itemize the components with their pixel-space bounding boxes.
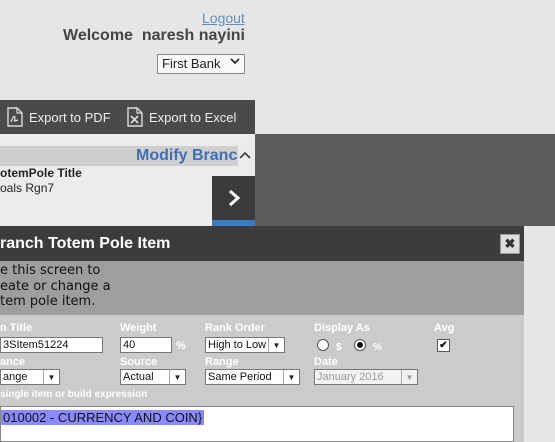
- source-label: Source: [120, 356, 158, 368]
- rank-order-select[interactable]: High to Low ▼: [205, 337, 285, 353]
- display-dollar-label: $: [336, 342, 342, 353]
- expression-input[interactable]: 010002 - CURRENCY AND COIN}: [0, 406, 514, 442]
- rank-order-value: High to Low: [208, 339, 267, 351]
- export-toolbar: Export to PDF Export to Excel: [0, 100, 255, 134]
- display-as-label: Display As: [314, 322, 370, 334]
- weight-label: Weight: [120, 322, 157, 334]
- source-select[interactable]: Actual ▼: [120, 369, 186, 385]
- bank-select-value: First Bank: [162, 56, 221, 71]
- chevron-down-icon: ▼: [268, 338, 284, 352]
- date-select: January 2016 ▼: [314, 369, 418, 385]
- expression-label: single item or build expression: [0, 389, 148, 400]
- chevron-down-icon: ▼: [401, 370, 417, 384]
- range-select[interactable]: Same Period ▼: [205, 369, 300, 385]
- totem-pole-item-dialog: ranch Totem Pole Item ✖ e this screen to…: [0, 226, 524, 442]
- balance-value: ange: [3, 371, 28, 383]
- export-excel-label: Export to Excel: [149, 109, 237, 125]
- expand-panel-button[interactable]: [212, 176, 255, 220]
- weight-input[interactable]: 40: [120, 337, 172, 353]
- balance-label: ance: [0, 356, 26, 368]
- item-title-label: n Title: [0, 322, 33, 334]
- dialog-title: ranch Totem Pole Item: [0, 235, 171, 252]
- chevron-down-icon: [230, 56, 240, 69]
- pdf-icon: [7, 107, 23, 127]
- chevron-down-icon: ▼: [169, 370, 185, 384]
- chevron-up-icon[interactable]: [239, 148, 251, 163]
- balance-select[interactable]: ange ▼: [0, 369, 60, 385]
- bank-select[interactable]: First Bank: [157, 54, 245, 74]
- modify-branch-title: Modify Branc: [136, 147, 238, 164]
- export-excel-button[interactable]: Export to Excel: [126, 100, 236, 134]
- totem-pole-title-label: otemPole Title: [0, 166, 82, 180]
- export-pdf-button[interactable]: Export to PDF: [6, 100, 111, 134]
- display-dollar-radio[interactable]: [317, 339, 329, 351]
- item-form: n Title Weight Rank Order Display As Avg…: [0, 315, 524, 442]
- range-label: Range: [205, 356, 239, 368]
- intro-text: e this screen to eate or change a tem po…: [0, 263, 111, 309]
- dialog-intro: e this screen to eate or change a tem po…: [0, 261, 524, 315]
- totem-pole-title-value: oals Rgn7: [0, 181, 55, 195]
- date-label: Date: [314, 356, 338, 368]
- close-icon[interactable]: ✖: [500, 234, 520, 254]
- chevron-right-icon: [228, 189, 240, 207]
- date-value: January 2016: [317, 371, 384, 383]
- welcome-message: Welcome naresh nayini: [63, 27, 245, 44]
- weight-unit: %: [176, 340, 186, 352]
- display-percent-label: %: [373, 342, 382, 353]
- excel-icon: [127, 107, 143, 127]
- chevron-down-icon: ▼: [43, 370, 59, 384]
- export-pdf-label: Export to PDF: [29, 109, 111, 125]
- avg-checkbox[interactable]: ✔: [437, 339, 450, 352]
- range-value: Same Period: [208, 371, 272, 383]
- chevron-down-icon: ▼: [283, 370, 299, 384]
- display-percent-radio[interactable]: [354, 339, 366, 351]
- item-title-input[interactable]: 3SItem51224: [0, 337, 103, 353]
- expression-value: 010002 - CURRENCY AND COIN}: [1, 410, 205, 425]
- rank-order-label: Rank Order: [205, 322, 265, 334]
- source-value: Actual: [123, 371, 154, 383]
- dark-backdrop: [255, 134, 555, 226]
- dialog-header: ranch Totem Pole Item ✖: [0, 226, 524, 261]
- logout-link[interactable]: Logout: [202, 10, 245, 26]
- avg-label: Avg: [434, 322, 455, 334]
